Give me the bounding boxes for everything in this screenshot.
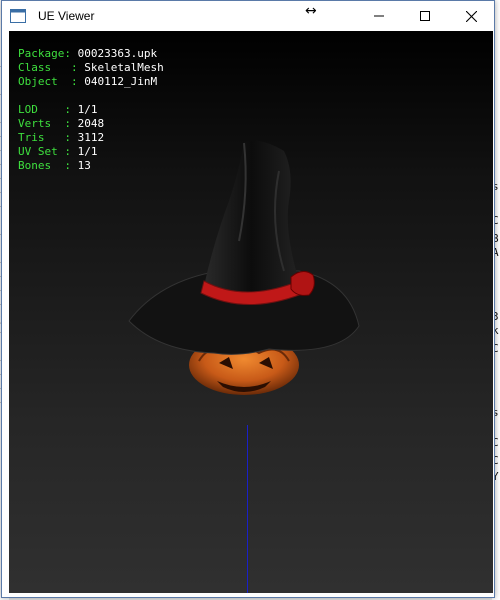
maximize-button[interactable] — [402, 1, 448, 31]
3d-viewport[interactable]: Package: 00023363.upk Class : SkeletalMe… — [9, 31, 493, 593]
info-tris: Tris : 3112 — [18, 131, 105, 144]
info-lod: LOD : 1/1 — [18, 103, 98, 116]
info-class: Class : SkeletalMesh — [18, 61, 164, 74]
skeletal-mesh-render — [128, 140, 360, 395]
verts-label: Verts — [18, 117, 52, 130]
uvset-value: 1/1 — [77, 145, 98, 158]
package-value: 00023363.upk — [77, 47, 158, 60]
minimize-button[interactable] — [356, 1, 402, 31]
hat-bow — [290, 271, 315, 296]
info-bones: Bones : 13 — [18, 159, 91, 172]
maximize-icon — [420, 11, 430, 21]
bones-value: 13 — [77, 159, 91, 172]
info-package: Package: 00023363.upk — [18, 47, 158, 60]
resize-cursor-icon: ↔ — [305, 3, 317, 19]
lod-label: LOD — [18, 103, 38, 116]
verts-value: 2048 — [77, 117, 105, 130]
package-label: Package — [18, 47, 65, 60]
app-window-icon — [10, 9, 26, 23]
class-value: SkeletalMesh — [84, 61, 164, 74]
class-label: Class — [18, 61, 52, 74]
info-uvset: UV Set : 1/1 — [18, 145, 98, 158]
minimize-icon — [374, 15, 384, 17]
tris-value: 3112 — [77, 131, 105, 144]
close-button[interactable] — [448, 1, 494, 31]
lod-value: 1/1 — [77, 103, 98, 116]
axis-line — [247, 425, 248, 593]
close-icon — [465, 10, 477, 22]
bones-label: Bones — [18, 159, 52, 172]
info-verts: Verts : 2048 — [18, 117, 105, 130]
hat-cone — [204, 140, 299, 300]
object-value: 040112_JinM — [84, 75, 158, 88]
uvset-label: UV Set — [18, 145, 58, 158]
title-bar[interactable]: UE Viewer ↔ — [2, 1, 494, 31]
window-title: UE Viewer — [38, 9, 95, 23]
object-label: Object — [18, 75, 58, 88]
tris-label: Tris — [18, 131, 45, 144]
ue-viewer-window: UE Viewer ↔ Package: 00023363.upk Class … — [1, 0, 495, 598]
info-object: Object : 040112_JinM — [18, 75, 158, 88]
